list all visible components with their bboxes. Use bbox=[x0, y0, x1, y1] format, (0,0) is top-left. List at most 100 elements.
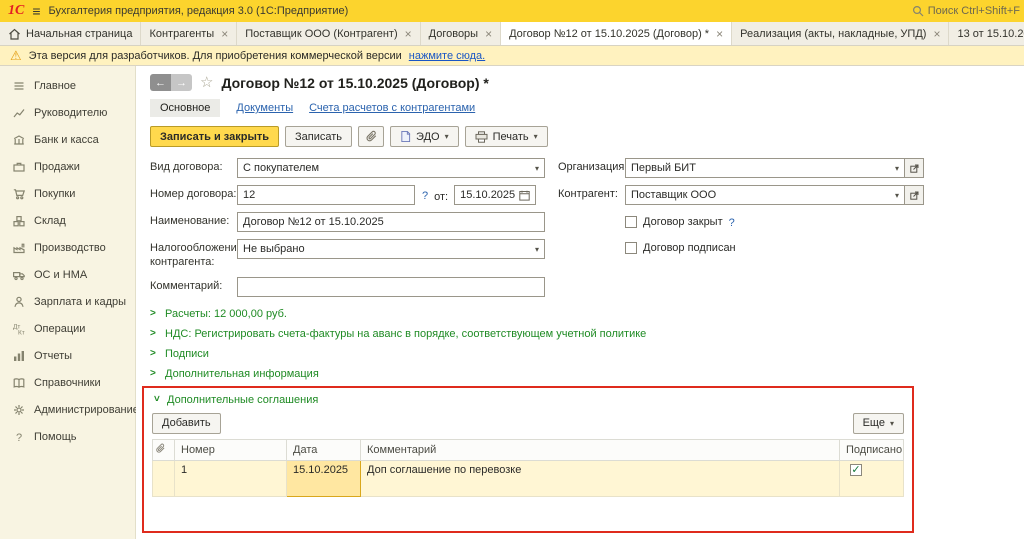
comment-input[interactable] bbox=[237, 277, 545, 297]
printer-icon bbox=[475, 131, 488, 143]
sidebar-item-payroll-hr[interactable]: Зарплата и кадры bbox=[0, 288, 135, 315]
tab-scheta-raschetov[interactable]: Счета расчетов с контрагентами bbox=[309, 102, 475, 114]
contract-type-value: С покупателем bbox=[243, 162, 319, 174]
sidebar-item-label: Банк и касса bbox=[34, 134, 99, 146]
favorite-star-icon[interactable]: ☆ bbox=[200, 75, 213, 90]
sidebar-item-administration[interactable]: Администрирование bbox=[0, 396, 135, 423]
organization-open-button[interactable] bbox=[905, 158, 924, 178]
close-icon[interactable]: × bbox=[933, 28, 940, 40]
open-icon bbox=[910, 191, 919, 200]
contract-closed-hint-link[interactable]: ? bbox=[729, 215, 735, 229]
warning-icon: ⚠ bbox=[10, 49, 22, 62]
sidebar-item-sales[interactable]: Продажи bbox=[0, 153, 135, 180]
sidebar-item-label: Производство bbox=[34, 242, 106, 254]
save-close-button[interactable]: Записать и закрыть bbox=[150, 126, 279, 147]
sidebar-item-bank-cash[interactable]: Банк и касса bbox=[0, 126, 135, 153]
section-dop-informaciya[interactable]: > Дополнительная информация bbox=[150, 364, 1024, 384]
number-hint-link[interactable]: ? bbox=[422, 188, 428, 202]
calendar-icon[interactable] bbox=[519, 190, 530, 201]
warning-text: Эта версия для разработчиков. Для приобр… bbox=[29, 50, 402, 62]
tab-osnovnoe[interactable]: Основное bbox=[150, 99, 220, 117]
tab-kontragenty[interactable]: Контрагенты × bbox=[141, 22, 237, 45]
tab-dogovor-12-active[interactable]: Договор №12 от 15.10.2025 (Договор) * × bbox=[501, 22, 732, 45]
table-row[interactable]: 1 15.10.2025 Доп соглашение по перевозке… bbox=[153, 460, 904, 496]
section-label: Подписи bbox=[165, 348, 209, 360]
1c-logo: 1С bbox=[8, 4, 24, 18]
cell-number[interactable]: 1 bbox=[175, 460, 287, 496]
column-header-signed[interactable]: Подписано bbox=[840, 439, 904, 460]
tab-realizaciya[interactable]: Реализация (акты, накладные, УПД) × bbox=[732, 22, 949, 45]
comment-label: Комментарий: bbox=[150, 277, 237, 294]
sidebar-item-reports[interactable]: Отчеты bbox=[0, 342, 135, 369]
tab-dogovory[interactable]: Договоры × bbox=[421, 22, 501, 45]
column-header-date[interactable]: Дата bbox=[287, 439, 361, 460]
attachment-column-header[interactable] bbox=[153, 439, 175, 460]
sidebar-item-label: ОС и НМА bbox=[34, 269, 87, 281]
section-dop-soglasheniya[interactable]: > Дополнительные соглашения bbox=[152, 390, 904, 410]
section-podpisi[interactable]: > Подписи bbox=[150, 344, 1024, 364]
add-button[interactable]: Добавить bbox=[152, 413, 221, 434]
sidebar-item-label: Отчеты bbox=[34, 350, 72, 362]
close-icon[interactable]: × bbox=[485, 28, 492, 40]
save-button[interactable]: Записать bbox=[285, 126, 352, 147]
cell-date[interactable]: 15.10.2025 bbox=[287, 460, 361, 496]
sidebar-item-warehouse[interactable]: Склад bbox=[0, 207, 135, 234]
sidebar-item-main[interactable]: Главное bbox=[0, 72, 135, 99]
sidebar-item-directories[interactable]: Справочники bbox=[0, 369, 135, 396]
tab-dogovor-13[interactable]: 13 от 15.10.2025 (Договор) × bbox=[949, 22, 1024, 45]
sidebar-item-label: Операции bbox=[34, 323, 85, 335]
sidebar-item-manager[interactable]: Руководителю bbox=[0, 99, 135, 126]
signed-checkbox[interactable]: ✓ bbox=[850, 464, 862, 476]
section-raschety[interactable]: > Расчеты: 12 000,00 руб. bbox=[150, 304, 1024, 324]
contract-signed-label: Договор подписан bbox=[643, 242, 736, 254]
sidebar-item-label: Администрирование bbox=[34, 404, 139, 416]
close-icon[interactable]: × bbox=[716, 28, 723, 40]
counterparty-combobox[interactable]: Поставщик ООО ▾ bbox=[625, 185, 905, 205]
contract-date-input[interactable]: 15.10.2025 bbox=[454, 185, 536, 205]
agreements-toolbar: Добавить Еще ▾ bbox=[152, 413, 904, 434]
close-icon[interactable]: × bbox=[221, 28, 228, 40]
edo-button[interactable]: ЭДО ▾ bbox=[390, 126, 459, 147]
contract-signed-checkbox[interactable] bbox=[625, 242, 637, 254]
name-label: Наименование: bbox=[150, 212, 237, 229]
back-button[interactable]: ← bbox=[150, 74, 171, 91]
more-button[interactable]: Еще ▾ bbox=[853, 413, 904, 434]
attach-button[interactable] bbox=[358, 126, 384, 147]
counterparty-open-button[interactable] bbox=[905, 185, 924, 205]
edo-button-label: ЭДО bbox=[416, 131, 440, 143]
table-header-row: Номер Дата Комментарий Подписано bbox=[153, 439, 904, 460]
cell-comment[interactable]: Доп соглашение по перевозке bbox=[361, 460, 840, 496]
global-search[interactable]: Поиск Ctrl+Shift+F bbox=[912, 5, 1020, 17]
tab-home[interactable]: Начальная страница bbox=[0, 22, 141, 45]
main-menu-icon[interactable]: ≡ bbox=[32, 3, 40, 19]
contract-type-combobox[interactable]: С покупателем ▾ bbox=[237, 158, 545, 178]
name-input[interactable]: Договор №12 от 15.10.2025 bbox=[237, 212, 545, 232]
sidebar-item-help[interactable]: ? Помощь bbox=[0, 423, 135, 450]
section-label: Дополнительная информация bbox=[165, 368, 319, 380]
tab-dokumenty[interactable]: Документы bbox=[236, 102, 293, 114]
workspace: Главное Руководителю Банк и касса Продаж… bbox=[0, 66, 1024, 539]
section-nds[interactable]: > НДС: Регистрировать счета-фактуры на а… bbox=[150, 324, 1024, 344]
close-icon[interactable]: × bbox=[405, 28, 412, 40]
print-button[interactable]: Печать ▾ bbox=[465, 126, 548, 147]
contract-date-value: 15.10.2025 bbox=[460, 189, 515, 201]
purchase-link[interactable]: нажмите сюда. bbox=[409, 50, 485, 62]
cell-signed[interactable]: ✓ bbox=[840, 460, 904, 496]
page-title: Договор №12 от 15.10.2025 (Договор) * bbox=[221, 75, 488, 91]
attachment-cell[interactable] bbox=[153, 460, 175, 496]
column-header-comment[interactable]: Комментарий bbox=[361, 439, 840, 460]
sidebar-item-production[interactable]: Производство bbox=[0, 234, 135, 261]
sidebar-item-purchases[interactable]: Покупки bbox=[0, 180, 135, 207]
contract-number-input[interactable]: 12 bbox=[237, 185, 415, 205]
tab-postavschik[interactable]: Поставщик ООО (Контрагент) × bbox=[237, 22, 420, 45]
contract-number-label: Номер договора: bbox=[150, 185, 237, 202]
taxation-combobox[interactable]: Не выбрано ▾ bbox=[237, 239, 545, 259]
section-label: НДС: Регистрировать счета-фактуры на ава… bbox=[165, 328, 646, 340]
sidebar-item-operations[interactable]: ДтКт Операции bbox=[0, 315, 135, 342]
ledger-icon: ДтКт bbox=[12, 322, 26, 336]
contract-closed-checkbox[interactable] bbox=[625, 216, 637, 228]
forward-button[interactable]: → bbox=[171, 74, 192, 91]
column-header-number[interactable]: Номер bbox=[175, 439, 287, 460]
sidebar-item-fixed-assets[interactable]: ОС и НМА bbox=[0, 261, 135, 288]
organization-combobox[interactable]: Первый БИТ ▾ bbox=[625, 158, 905, 178]
